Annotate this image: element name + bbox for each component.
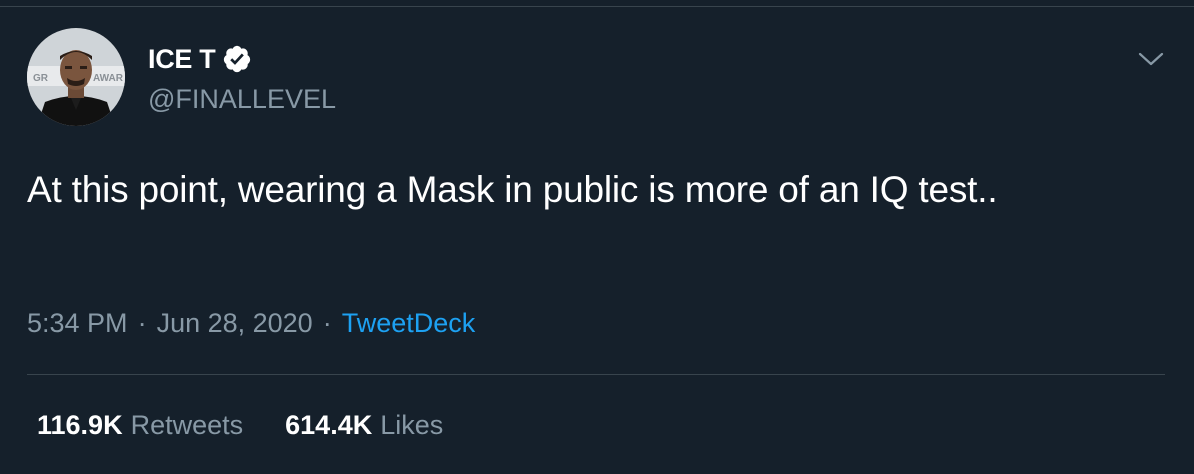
divider <box>27 374 1165 375</box>
tweet-time[interactable]: 5:34 PM <box>27 308 128 339</box>
tweet-date[interactable]: Jun 28, 2020 <box>157 308 313 339</box>
tweet-meta: 5:34 PM · Jun 28, 2020 · TweetDeck <box>27 308 475 339</box>
meta-separator: · <box>137 308 147 338</box>
display-name[interactable]: ICE T <box>148 44 216 75</box>
verified-badge-icon <box>223 45 250 73</box>
tweet-stats: 116.9K Retweets 614.4K Likes <box>37 410 443 441</box>
meta-separator: · <box>322 308 332 338</box>
avatar-backdrop-text-left: GR <box>33 73 49 84</box>
likes-label: Likes <box>380 410 444 440</box>
user-handle[interactable]: @FINALLEVEL <box>148 84 336 115</box>
tweet-source-link[interactable]: TweetDeck <box>342 308 476 339</box>
retweets-count: 116.9K <box>37 410 123 440</box>
name-row: ICE T <box>148 42 252 76</box>
avatar[interactable]: GR AWAR <box>27 28 125 126</box>
likes-count: 614.4K <box>285 410 373 440</box>
tweet-text: At this point, wearing a Mask in public … <box>27 169 998 210</box>
retweets-label: Retweets <box>130 410 244 440</box>
top-border <box>0 0 1194 7</box>
retweets-stat[interactable]: 116.9K Retweets <box>37 410 243 441</box>
chevron-down-icon[interactable] <box>1134 42 1168 76</box>
likes-stat[interactable]: 614.4K Likes <box>285 410 443 441</box>
tweet-card: GR AWAR ICE T @FINALLEVEL At this point,… <box>0 8 1194 474</box>
avatar-backdrop-text-right: AWAR <box>93 73 124 84</box>
